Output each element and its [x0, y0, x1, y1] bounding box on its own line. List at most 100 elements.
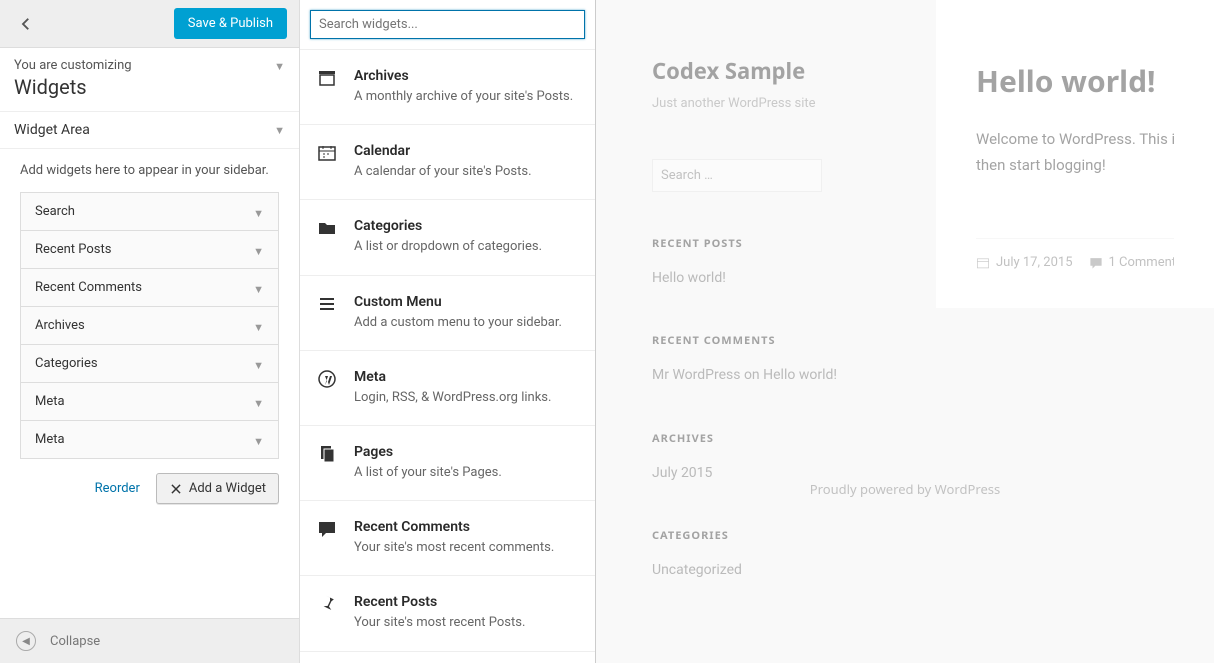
recent-post-link[interactable]: Hello world!: [652, 270, 726, 286]
widget-item[interactable]: ▼ Search: [21, 193, 278, 231]
add-widget-label: Add a Widget: [189, 481, 266, 496]
reorder-link[interactable]: Reorder: [95, 481, 140, 496]
panel-title: Widgets: [14, 75, 285, 99]
widget-item[interactable]: ▼ Archives: [21, 307, 278, 345]
post-body: Welcome to WordPress. This is then start…: [976, 127, 1174, 178]
site-title[interactable]: Codex Sample: [652, 56, 880, 86]
widget-item[interactable]: ▼ Meta: [21, 421, 278, 458]
available-widget-desc: Login, RSS, & WordPress.org links.: [354, 389, 551, 407]
pin-icon: [316, 594, 338, 632]
widget-title: ARCHIVES: [652, 431, 880, 446]
collapse-label: Collapse: [50, 634, 100, 649]
chevron-down-icon: ▼: [253, 435, 264, 448]
chevron-down-icon: ▼: [253, 245, 264, 258]
comment-icon: [1089, 256, 1103, 270]
archive-icon: [316, 68, 338, 106]
available-widget-title: Calendar: [354, 143, 532, 159]
widget-item-label: Recent Posts: [35, 242, 111, 257]
available-widget-desc: A list of your site's Pages.: [354, 464, 502, 482]
widget-item-label: Archives: [35, 318, 85, 333]
post-date-text: July 17, 2015: [996, 255, 1073, 270]
comment-post-link[interactable]: Hello world!: [763, 367, 837, 383]
widget-search-wrap: [300, 0, 595, 50]
back-button[interactable]: [12, 10, 40, 38]
site-sidebar: Codex Sample Just another WordPress site…: [596, 0, 936, 663]
site-tagline: Just another WordPress site: [652, 96, 880, 111]
available-widget-title: Categories: [354, 218, 542, 234]
available-widget-desc: Add a custom menu to your sidebar.: [354, 314, 562, 332]
post-comments-text: 1 Comment: [1109, 255, 1175, 270]
collapse-icon: ◀: [16, 631, 36, 651]
widget-area-header[interactable]: ▼ Widget Area: [0, 111, 299, 149]
categories-widget: CATEGORIES Uncategorized: [652, 528, 880, 581]
widget-item-label: Meta: [35, 432, 65, 447]
widget-search-input[interactable]: [310, 10, 585, 39]
search-widget: [652, 159, 880, 192]
chevron-down-icon: ▼: [274, 124, 285, 137]
post-comments-link[interactable]: 1 Comment: [1089, 255, 1175, 270]
chevron-down-icon: ▼: [253, 397, 264, 410]
post-title[interactable]: Hello world!: [976, 60, 1174, 101]
available-widget[interactable]: CalendarA calendar of your site's Posts.: [300, 125, 595, 200]
available-widget-title: Custom Menu: [354, 294, 562, 310]
widget-title: RECENT POSTS: [652, 236, 880, 251]
comment-author-link[interactable]: Mr WordPress: [652, 367, 740, 383]
available-widget-title: Recent Comments: [354, 519, 554, 535]
widget-area-body: Add widgets here to appear in your sideb…: [0, 149, 299, 618]
add-widget-button[interactable]: Add a Widget: [156, 473, 279, 504]
available-widgets-panel: Archives A monthly archive of your site's…: [300, 0, 596, 663]
pages-icon: [316, 444, 338, 482]
site-main: Hello world! Welcome to WordPress. This …: [936, 0, 1214, 308]
available-widget[interactable]: Meta Login, RSS, & WordPress.org links.: [300, 351, 595, 426]
available-widget[interactable]: Recent CommentsYour site's most recent c…: [300, 501, 595, 576]
site-preview: Codex Sample Just another WordPress site…: [596, 0, 1214, 663]
widget-item-label: Search: [35, 204, 75, 219]
post-date[interactable]: July 17, 2015: [976, 255, 1073, 270]
wordpress-icon: [316, 369, 338, 407]
widget-actions: Reorder Add a Widget: [20, 473, 279, 504]
widget-item[interactable]: ▼ Recent Comments: [21, 269, 278, 307]
category-link[interactable]: Uncategorized: [652, 562, 742, 578]
available-widget-title: Archives: [354, 68, 573, 84]
available-widget-desc: A monthly archive of your site's Posts.: [354, 88, 573, 106]
save-publish-button[interactable]: Save & Publish: [174, 8, 287, 39]
widget-title: CATEGORIES: [652, 528, 880, 543]
available-widget-desc: A list or dropdown of categories.: [354, 238, 542, 256]
chevron-down-icon: ▼: [274, 60, 285, 73]
widget-area-label: Widget Area: [14, 122, 90, 138]
available-widget[interactable]: PagesA list of your site's Pages.: [300, 426, 595, 501]
widget-item-label: Meta: [35, 394, 65, 409]
widget-item[interactable]: ▼Categories: [21, 345, 278, 383]
widget-item[interactable]: ▼ Meta: [21, 383, 278, 421]
available-widget[interactable]: Custom Menu Add a custom menu to your sid…: [300, 276, 595, 351]
site-footer[interactable]: Proudly powered by WordPress: [596, 480, 1214, 498]
site-search-input[interactable]: [652, 159, 822, 192]
available-widget[interactable]: Archives A monthly archive of your site's…: [300, 50, 595, 125]
post-body-line: then start blogging!: [976, 156, 1106, 174]
widget-item[interactable]: ▼ Recent Posts: [21, 231, 278, 269]
widget-item-label: Recent Comments: [35, 280, 142, 295]
chevron-down-icon: ▼: [253, 207, 264, 220]
available-widgets-list[interactable]: Archives A monthly archive of your site's…: [300, 50, 595, 663]
collapse-button[interactable]: ◀ Collapse: [0, 618, 299, 663]
comment-on-text: on: [740, 367, 763, 383]
customizing-heading[interactable]: ▼ You are customizing Widgets: [0, 48, 299, 111]
archives-widget: ARCHIVES July 2015: [652, 431, 880, 484]
archive-link[interactable]: July 2015: [652, 465, 712, 481]
available-widget[interactable]: Recent PostsYour site's most recent Post…: [300, 576, 595, 651]
chevron-down-icon: ▼: [253, 321, 264, 334]
calendar-icon: [316, 143, 338, 181]
close-icon: [169, 482, 183, 496]
widget-area-help: Add widgets here to appear in your sideb…: [20, 163, 279, 178]
chevron-left-icon: [17, 15, 35, 33]
post-body-line: Welcome to WordPress. This is: [976, 130, 1174, 148]
available-widget-title: Recent Posts: [354, 594, 525, 610]
chevron-down-icon: ▼: [253, 283, 264, 296]
recent-posts-widget: RECENT POSTS Hello world!: [652, 236, 880, 289]
available-widget[interactable]: Categories A list or dropdown of categori…: [300, 200, 595, 275]
widget-title: RECENT COMMENTS: [652, 333, 880, 348]
available-widget-title: Meta: [354, 369, 551, 385]
widget-item-label: Categories: [35, 356, 98, 371]
customizing-label: You are customizing: [14, 58, 132, 73]
menu-icon: [316, 294, 338, 332]
